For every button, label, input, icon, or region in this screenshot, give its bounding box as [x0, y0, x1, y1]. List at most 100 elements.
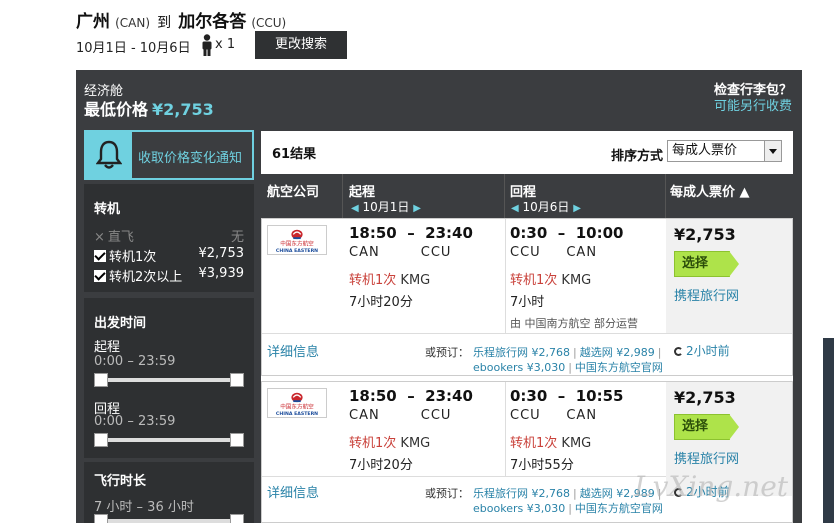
return-times: 0:30 – 10:55	[510, 387, 624, 405]
arrive-time: 10:55	[575, 387, 624, 405]
return-airports: CCU CAN	[510, 408, 623, 423]
outbound-airports: CAN CCU	[349, 408, 473, 423]
chevron-down-icon[interactable]	[764, 141, 781, 161]
select-flight-button[interactable]: 选择	[674, 414, 739, 440]
stop-count: 转机1次	[349, 273, 397, 288]
arrow-left-icon[interactable]: ◀	[351, 203, 359, 214]
depart-time: 18:50	[349, 224, 397, 242]
outbound-date-nav: ◀ 10月1日 ▶	[351, 198, 421, 215]
return-date-nav: ◀ 10月6日 ▶	[511, 198, 581, 215]
duration-filter: 飞行时长 7 小时 – 36 小时	[84, 462, 254, 523]
stop-option-label: 直飞	[107, 230, 134, 245]
arrive-time: 23:40	[425, 224, 473, 242]
vendor-links-1: 乐程旅行网 ¥2,768 | 越选网 ¥2,989 |	[473, 346, 662, 359]
depart-airport: CAN	[349, 245, 380, 260]
departure-time-filter: 出发时间 起程 0:00 – 23:59 回程 0:00 – 23:59	[84, 298, 254, 458]
slider-handle-min[interactable]	[94, 514, 108, 523]
depart-airport: CAN	[349, 408, 380, 423]
col-separator	[504, 174, 505, 218]
vendor-link[interactable]: 中国东方航空官网	[575, 502, 663, 515]
bell-icon	[96, 140, 122, 169]
vendor-link[interactable]: 中国东方航空官网	[575, 361, 663, 374]
card-divider	[262, 333, 792, 334]
checkbox-checked[interactable]	[94, 270, 106, 282]
select-flight-button[interactable]: 选择	[674, 251, 739, 277]
details-link[interactable]: 详细信息	[267, 482, 319, 501]
outbound-label: 起程	[94, 340, 121, 355]
flight-card: ¥2,753 选择 携程旅行网 中国东方航空 CHINA EASTERN 18:…	[261, 218, 793, 376]
checkbox-checked[interactable]	[94, 250, 106, 262]
arrow-left-icon[interactable]: ◀	[511, 203, 519, 214]
price-column: ¥2,753 选择 携程旅行网	[666, 219, 792, 333]
slider-handle-max[interactable]	[230, 373, 244, 387]
stops-filter: 转机 × 直飞 无 转机1次 ¥2,753 转机2次以上 ¥3,939	[84, 184, 254, 292]
arrive-time: 23:40	[425, 387, 473, 405]
modify-search-button[interactable]: 更改搜索	[255, 31, 347, 59]
slider-handle-max[interactable]	[230, 514, 244, 523]
stop-option-label: 转机1次	[109, 250, 157, 265]
outbound-times: 18:50 – 23:40	[349, 387, 473, 405]
outbound-time-slider[interactable]	[94, 373, 244, 387]
outbound-range: 0:00 – 23:59	[94, 354, 176, 369]
duration-title: 飞行时长	[94, 474, 147, 489]
outbound-times: 18:50 – 23:40	[349, 224, 473, 242]
watermark: LvXing.net	[634, 470, 789, 503]
svg-text:中国东方航空: 中国东方航空	[280, 240, 314, 248]
dest-code: (CCU)	[251, 16, 287, 30]
stop-airport: KMG	[561, 436, 592, 451]
baggage-fee-link[interactable]: 可能另行收费	[714, 95, 792, 114]
departure-time-title: 出发时间	[94, 316, 147, 331]
stop-option-price: 无	[230, 230, 244, 245]
stop-option-price: ¥2,753	[198, 246, 245, 261]
vendor-link[interactable]: ebookers ¥3,030	[473, 502, 565, 515]
arrow-right-icon[interactable]: ▶	[573, 203, 581, 214]
arrive-airport: CCU	[420, 408, 452, 423]
slider-handle-min[interactable]	[94, 433, 108, 447]
return-time-slider[interactable]	[94, 433, 244, 447]
stop-option-2plus[interactable]: 转机2次以上 ¥3,939	[94, 266, 244, 285]
outbound-segment: 18:50 – 23:40 CAN CCU 转机1次 KMG 7小时20分	[349, 224, 473, 310]
depart-time: 0:30	[510, 387, 548, 405]
side-image	[823, 338, 834, 523]
book-also-label: 或预订：	[425, 487, 469, 500]
stop-option-1[interactable]: 转机1次 ¥2,753	[94, 246, 244, 265]
return-airports: CCU CAN	[510, 245, 623, 260]
sort-select[interactable]: 每成人票价	[667, 140, 782, 162]
refresh-icon	[674, 347, 683, 356]
price-alert-button[interactable]: 收取价格变化通知	[84, 130, 254, 180]
details-link[interactable]: 详细信息	[267, 341, 319, 360]
operated-by: 由 中国南方航空 部分运营	[510, 317, 638, 330]
agent-link[interactable]: 携程旅行网	[674, 285, 739, 304]
return-stops: 转机1次 KMG	[510, 269, 623, 288]
slider-handle-min[interactable]	[94, 373, 108, 387]
stop-count: 转机1次	[349, 436, 397, 451]
agent-link[interactable]: 携程旅行网	[674, 448, 739, 467]
card-divider	[505, 382, 506, 476]
arrow-right-icon[interactable]: ▶	[413, 203, 421, 214]
depart-airport: CCU	[510, 408, 541, 423]
vendor-link[interactable]: 乐程旅行网 ¥2,768	[473, 346, 570, 359]
travel-dates: 10月1日 - 10月6日	[76, 41, 191, 56]
arrive-airport: CCU	[420, 245, 452, 260]
person-icon	[202, 34, 212, 56]
duration-range: 7 小时 – 36 小时	[94, 500, 194, 515]
book-also-label: 或预订：	[425, 346, 469, 359]
return-segment: 0:30 – 10:55 CCU CAN 转机1次 KMG 7小时55分	[510, 387, 623, 473]
updated-time-label: 2小时前	[686, 344, 730, 358]
vendor-link[interactable]: 越选网 ¥2,989	[580, 346, 655, 359]
updated-time: 2小时前	[674, 342, 730, 359]
duration-slider[interactable]	[94, 514, 244, 523]
price-alert-label: 收取价格变化通知	[138, 151, 243, 166]
bell-icon-box	[86, 132, 132, 178]
col-price-sort[interactable]: 每成人票价 ▲	[670, 181, 750, 200]
close-icon: ×	[94, 230, 105, 245]
svg-text:CHINA EASTERN: CHINA EASTERN	[276, 248, 318, 254]
vendor-link[interactable]: 乐程旅行网 ¥2,768	[473, 487, 570, 500]
stop-option-label: 转机2次以上	[109, 270, 183, 285]
return-duration: 7小时	[510, 295, 545, 310]
slider-handle-max[interactable]	[230, 433, 244, 447]
vendor-link[interactable]: ebookers ¥3,030	[473, 361, 565, 374]
col-airline: 航空公司	[267, 185, 320, 200]
return-range: 0:00 – 23:59	[94, 414, 176, 429]
stop-option-direct[interactable]: × 直飞 无	[94, 226, 244, 245]
